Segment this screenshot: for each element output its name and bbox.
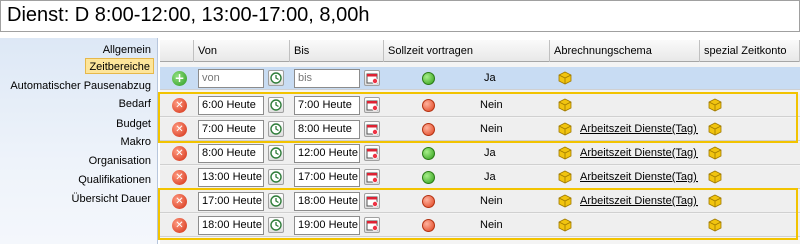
- table-row: ✕ 17:00 Heute 18:00 Heute Nein Arbeitsze…: [160, 190, 800, 213]
- von-field[interactable]: 7:00 Heute: [198, 120, 264, 139]
- clock-icon[interactable]: [268, 121, 284, 137]
- table-row: ✕ 13:00 Heute 17:00 Heute Ja Arbeitszeit…: [160, 166, 800, 189]
- sollzeit-value[interactable]: Nein: [480, 94, 503, 117]
- clock-icon[interactable]: [268, 193, 284, 209]
- sollzeit-status-dot: [422, 147, 435, 160]
- x-circle-icon[interactable]: ✕: [172, 170, 187, 185]
- sidebar-item-zeitbereiche[interactable]: Zeitbereiche: [85, 58, 154, 74]
- window-title-bar: Dienst: D 8:00-12:00, 13:00-17:00, 8,00h: [0, 0, 800, 32]
- bis-field[interactable]: 18:00 Heute: [294, 192, 360, 211]
- clock-icon[interactable]: [268, 217, 284, 233]
- bis-input[interactable]: bis: [294, 69, 360, 88]
- table-row: ✕ 18:00 Heute 19:00 Heute Nein: [160, 214, 800, 237]
- abrechnungschema-link[interactable]: Arbeitszeit Dienste(Tag)_S: [580, 166, 698, 189]
- cube-icon[interactable]: [708, 98, 722, 112]
- sidebar-item-budget[interactable]: Budget: [116, 116, 151, 132]
- cube-icon[interactable]: [708, 170, 722, 184]
- von-field[interactable]: 8:00 Heute: [198, 144, 264, 163]
- x-circle-icon[interactable]: ✕: [172, 98, 187, 113]
- calendar-icon[interactable]: [364, 121, 380, 137]
- zeitbereiche-grid: Von Bis Sollzeit vortragen Abrechnungsch…: [158, 40, 800, 244]
- sollzeit-status-dot: [422, 171, 435, 184]
- calendar-icon[interactable]: [364, 193, 380, 209]
- grid-header: Von Bis Sollzeit vortragen Abrechnungsch…: [160, 40, 800, 62]
- window-title: Dienst: D 8:00-12:00, 13:00-17:00, 8,00h: [7, 4, 370, 26]
- header-spezial-zeitkonto[interactable]: spezial Zeitkonto: [700, 40, 800, 62]
- cube-icon[interactable]: [558, 194, 572, 208]
- sollzeit-value[interactable]: Ja: [484, 166, 496, 189]
- sollzeit-value[interactable]: Nein: [480, 190, 503, 213]
- clock-icon[interactable]: [268, 145, 284, 161]
- sollzeit-value[interactable]: Ja: [484, 142, 496, 165]
- clock-icon[interactable]: [268, 97, 284, 113]
- bis-field[interactable]: 17:00 Heute: [294, 168, 360, 187]
- table-row: ✕ 7:00 Heute 8:00 Heute Nein Arbeitszeit…: [160, 118, 800, 141]
- sollzeit-value[interactable]: Ja: [484, 67, 496, 90]
- header-actions: [160, 40, 194, 62]
- sidebar-item-organisation[interactable]: Organisation: [89, 153, 151, 169]
- calendar-icon[interactable]: [364, 169, 380, 185]
- abrechnungschema-link[interactable]: Arbeitszeit Dienste(Tag)_S: [580, 118, 698, 141]
- von-field[interactable]: 17:00 Heute: [198, 192, 264, 211]
- sollzeit-status-dot: [422, 123, 435, 136]
- cube-icon[interactable]: [558, 71, 572, 85]
- x-circle-icon[interactable]: ✕: [172, 194, 187, 209]
- clock-icon[interactable]: [268, 169, 284, 185]
- von-field[interactable]: 18:00 Heute: [198, 216, 264, 235]
- cube-icon[interactable]: [558, 170, 572, 184]
- sollzeit-status-dot: [422, 72, 435, 85]
- sidebar-item-uebersicht-dauer[interactable]: Übersicht Dauer: [72, 191, 151, 207]
- sidebar-item-bedarf[interactable]: Bedarf: [119, 96, 151, 112]
- sollzeit-status-dot: [422, 195, 435, 208]
- sidebar-item-automatischer-pausenabzug[interactable]: Automatischer Pausenabzug: [10, 78, 151, 94]
- sidebar-item-makro[interactable]: Makro: [120, 134, 151, 150]
- bis-field[interactable]: 19:00 Heute: [294, 216, 360, 235]
- von-field[interactable]: 6:00 Heute: [198, 96, 264, 115]
- sollzeit-value[interactable]: Nein: [480, 214, 503, 237]
- sollzeit-status-dot: [422, 99, 435, 112]
- cube-icon[interactable]: [558, 98, 572, 112]
- abrechnungschema-link[interactable]: Arbeitszeit Dienste(Tag)_S: [580, 190, 698, 213]
- calendar-icon[interactable]: [364, 70, 380, 86]
- von-field[interactable]: 13:00 Heute: [198, 168, 264, 187]
- header-sollzeit[interactable]: Sollzeit vortragen: [384, 40, 550, 62]
- header-bis[interactable]: Bis: [290, 40, 384, 62]
- sidebar-item-allgemein[interactable]: Allgemein: [103, 42, 151, 58]
- sollzeit-value[interactable]: Nein: [480, 118, 503, 141]
- abrechnungschema-link[interactable]: Arbeitszeit Dienste(Tag)_S: [580, 142, 698, 165]
- sidebar-item-qualifikationen[interactable]: Qualifikationen: [78, 172, 151, 188]
- cube-icon[interactable]: [558, 122, 572, 136]
- von-input[interactable]: von: [198, 69, 264, 88]
- new-entry-row: + von bis Ja: [160, 67, 800, 90]
- calendar-icon[interactable]: [364, 217, 380, 233]
- table-row: ✕ 8:00 Heute 12:00 Heute Ja Arbeitszeit …: [160, 142, 800, 165]
- cube-icon[interactable]: [708, 218, 722, 232]
- cube-icon[interactable]: [558, 218, 572, 232]
- x-circle-icon[interactable]: ✕: [172, 122, 187, 137]
- cube-icon[interactable]: [558, 146, 572, 160]
- calendar-icon[interactable]: [364, 145, 380, 161]
- bis-field[interactable]: 8:00 Heute: [294, 120, 360, 139]
- bis-field[interactable]: 12:00 Heute: [294, 144, 360, 163]
- calendar-icon[interactable]: [364, 97, 380, 113]
- plus-circle-icon[interactable]: +: [172, 71, 187, 86]
- cube-icon[interactable]: [708, 122, 722, 136]
- bis-field[interactable]: 7:00 Heute: [294, 96, 360, 115]
- sidebar: Allgemein Zeitbereiche Automatischer Pau…: [0, 38, 158, 244]
- header-von[interactable]: Von: [194, 40, 290, 62]
- x-circle-icon[interactable]: ✕: [172, 146, 187, 161]
- clock-icon[interactable]: [268, 70, 284, 86]
- cube-icon[interactable]: [708, 194, 722, 208]
- x-circle-icon[interactable]: ✕: [172, 218, 187, 233]
- header-abrechnungschema[interactable]: Abrechnungschema: [550, 40, 700, 62]
- table-row: ✕ 6:00 Heute 7:00 Heute Nein: [160, 94, 800, 117]
- sollzeit-status-dot: [422, 219, 435, 232]
- cube-icon[interactable]: [708, 146, 722, 160]
